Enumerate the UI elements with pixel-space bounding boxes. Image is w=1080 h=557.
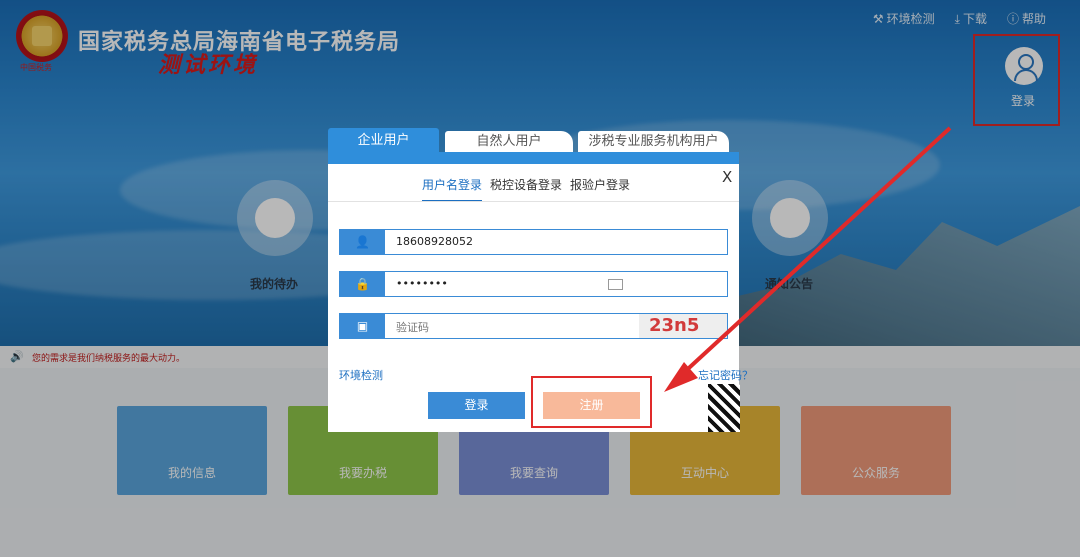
annotation-arrow	[664, 126, 952, 392]
